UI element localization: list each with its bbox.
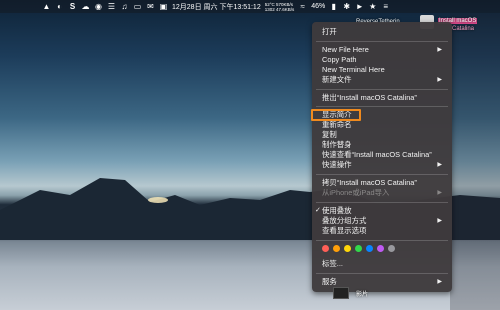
- tag-orange[interactable]: [333, 245, 340, 252]
- display-icon[interactable]: ▣: [159, 2, 168, 11]
- star-icon[interactable]: ★: [368, 2, 377, 11]
- tag-yellow[interactable]: [344, 245, 351, 252]
- menu-separator: [316, 202, 448, 203]
- menu-new-file-here[interactable]: New File Here ▶: [322, 45, 446, 55]
- submenu-arrow-icon: ▶: [437, 190, 442, 196]
- menu-separator: [316, 240, 448, 241]
- menu-rename[interactable]: 重新命名: [322, 120, 446, 130]
- list-icon[interactable]: ≡: [381, 2, 390, 11]
- fox-icon[interactable]: ▲: [42, 2, 51, 11]
- tag-blue[interactable]: [366, 245, 373, 252]
- stats-bottom: 1302 47.6KB/s: [264, 6, 295, 12]
- submenu-arrow-icon: ▶: [437, 279, 442, 285]
- checkmark-icon: ✓: [315, 207, 321, 214]
- menu-open[interactable]: 打开: [322, 27, 446, 37]
- music-icon[interactable]: ♫: [120, 2, 129, 11]
- menu-services-label: 服务: [322, 277, 337, 286]
- menu-copy-item[interactable]: 拷贝“Install macOS Catalina”: [322, 178, 446, 188]
- menu-group-stacks-label: 叠放分组方式: [322, 216, 367, 225]
- bars-icon[interactable]: ☰: [107, 2, 116, 11]
- menu-new-file-here-label: New File Here: [322, 45, 369, 54]
- menu-make-alias[interactable]: 制作替身: [322, 140, 446, 150]
- menu-eject[interactable]: 推出“Install macOS Catalina”: [322, 93, 446, 103]
- submenu-arrow-icon: ▶: [437, 218, 442, 224]
- menu-quick-look[interactable]: 快速查看“Install macOS Catalina”: [322, 150, 446, 160]
- menu-group-stacks-by[interactable]: 叠放分组方式 ▶: [322, 216, 446, 226]
- menu-services[interactable]: 服务 ▶: [322, 277, 446, 287]
- battery-icon[interactable]: ▮: [329, 2, 338, 11]
- movie-file-icon[interactable]: [333, 287, 349, 299]
- shield-icon[interactable]: ◐: [55, 2, 64, 11]
- menu-import-label: 从iPhone或iPad导入: [322, 188, 390, 197]
- menu-new-terminal-here[interactable]: New Terminal Here: [322, 65, 446, 75]
- menu-use-stacks[interactable]: ✓ 使用叠放: [315, 206, 446, 216]
- menu-separator: [316, 273, 448, 274]
- submenu-arrow-icon: ▶: [437, 162, 442, 168]
- menu-use-stacks-label: 使用叠放: [322, 206, 352, 215]
- submenu-arrow-icon: ▶: [437, 77, 442, 83]
- tag-red[interactable]: [322, 245, 329, 252]
- tag-gray[interactable]: [388, 245, 395, 252]
- submenu-arrow-icon: ▶: [437, 47, 442, 53]
- s-icon[interactable]: S: [68, 2, 77, 11]
- menu-duplicate[interactable]: 复制: [322, 130, 446, 140]
- wifi-icon[interactable]: ≈: [298, 2, 307, 11]
- menu-separator: [316, 41, 448, 42]
- menu-separator: [316, 89, 448, 90]
- menu-show-view-options[interactable]: 查看显示选项: [322, 226, 446, 236]
- monitor-icon[interactable]: ▭: [133, 2, 142, 11]
- cloud-icon[interactable]: ☁: [81, 2, 90, 11]
- stats-top: 52°C 570KB/s: [264, 1, 294, 7]
- menu-separator: [316, 174, 448, 175]
- chat-icon[interactable]: ✉: [146, 2, 155, 11]
- desktop-icon-column: [450, 13, 500, 310]
- tag-green[interactable]: [355, 245, 362, 252]
- menu-separator: [316, 106, 448, 107]
- menu-quick-actions[interactable]: 快速操作 ▶: [322, 160, 446, 170]
- get-info-highlight: [311, 109, 361, 121]
- bluetooth-icon[interactable]: ✱: [342, 2, 351, 11]
- menu-bar: ▲ ◐ S ☁ ◉ ☰ ♫ ▭ ✉ ▣ 12月28日 周六 下午13:51:12…: [0, 0, 500, 13]
- battery-percent[interactable]: 46%: [311, 3, 325, 10]
- tag-purple[interactable]: [377, 245, 384, 252]
- desktop-item-install-macos-sub: Catalina: [452, 26, 475, 32]
- desktop-item-movies[interactable]: 影片: [356, 289, 368, 298]
- ghost-icon[interactable]: ◉: [94, 2, 103, 11]
- menu-new-file-label: 新建文件: [322, 75, 352, 84]
- datetime-label[interactable]: 12月28日 周六 下午13:51:12: [172, 2, 261, 12]
- menu-copy-path[interactable]: Copy Path: [322, 55, 446, 65]
- menu-tags[interactable]: 标签...: [322, 259, 446, 269]
- volume-icon[interactable]: ►: [355, 2, 364, 11]
- menu-new-file[interactable]: 新建文件 ▶: [322, 75, 446, 85]
- context-menu: 打开 New File Here ▶ Copy Path New Terminal…: [312, 22, 452, 292]
- menu-quick-actions-label: 快速操作: [322, 160, 352, 169]
- system-stats[interactable]: 52°C 570KB/s 1302 47.6KB/s: [265, 2, 295, 12]
- menu-import-from-iphone: 从iPhone或iPad导入 ▶: [322, 188, 446, 198]
- tag-color-row: [322, 245, 395, 252]
